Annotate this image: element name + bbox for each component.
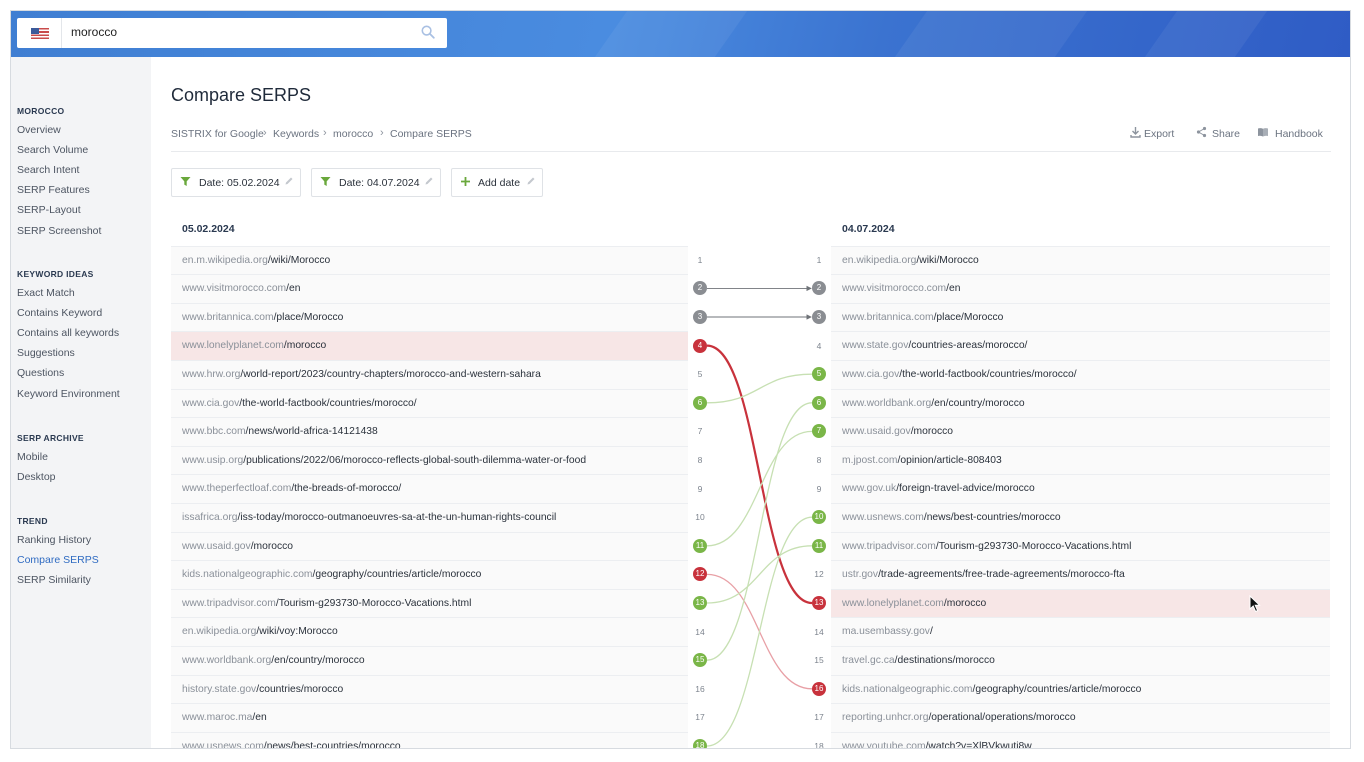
rank-number: 8 <box>816 455 822 465</box>
sidebar-item-ranking-history[interactable]: Ranking History <box>17 534 91 546</box>
rank-number: 7 <box>697 426 703 437</box>
rank-number: 18 <box>814 741 824 749</box>
main-content: Compare SERPS SISTRIX for Google › Keywo… <box>151 57 1350 748</box>
rank-change-badge: 18 <box>693 739 707 748</box>
sidebar-item-contains-all-keywords[interactable]: Contains all keywords <box>17 327 119 339</box>
sidebar-item-serp-similarity[interactable]: SERP Similarity <box>17 574 91 586</box>
search-box <box>17 18 447 48</box>
rank-number: 16 <box>695 683 705 694</box>
rank-number: 9 <box>816 483 822 494</box>
sidebar-heading: KEYWORD IDEAS <box>17 269 94 279</box>
sidebar-item-desktop[interactable]: Desktop <box>17 471 56 483</box>
sidebar-item-contains-keyword[interactable]: Contains Keyword <box>17 307 102 319</box>
rank-number: 15 <box>814 655 824 666</box>
rank-number: 10 <box>695 512 705 523</box>
sidebar-item-search-intent[interactable]: Search Intent <box>17 164 79 176</box>
sidebar-item-overview[interactable]: Overview <box>17 124 61 136</box>
sidebar-heading: SERP ARCHIVE <box>17 433 84 443</box>
rank-number: 1 <box>697 254 703 265</box>
rank-number: 5 <box>697 369 703 380</box>
rank-number: 17 <box>814 712 824 723</box>
rank-change-badge: 3 <box>693 310 707 324</box>
search-input[interactable] <box>71 25 411 39</box>
app-frame: MOROCCO Overview Search Volume Search Inten… <box>10 10 1351 749</box>
mouse-cursor-icon <box>1249 595 1261 613</box>
sidebar-item-serp-layout[interactable]: SERP-Layout <box>17 204 81 216</box>
sidebar-item-serp-features[interactable]: SERP Features <box>17 184 90 196</box>
country-flag-icon[interactable] <box>17 18 62 48</box>
rank-change-connectors <box>706 285 813 747</box>
sidebar-item-mobile[interactable]: Mobile <box>17 451 48 463</box>
rank-change-line <box>706 516 813 747</box>
rank-change-badge: 11 <box>693 538 707 553</box>
search-icon[interactable] <box>421 25 435 39</box>
sidebar: MOROCCO Overview Search Volume Search Inten… <box>11 57 151 748</box>
rank-change-badge: 11 <box>812 538 826 553</box>
rank-change-badge: 6 <box>693 395 707 410</box>
sidebar-item-serp-screenshot[interactable]: SERP Screenshot <box>17 225 101 237</box>
rank-change-badge: 3 <box>812 310 826 324</box>
sidebar-item-questions[interactable]: Questions <box>17 367 64 379</box>
rank-number: 14 <box>695 626 705 637</box>
rank-number: 8 <box>697 455 703 465</box>
rank-number: 17 <box>695 712 705 723</box>
sidebar-item-compare-serps[interactable]: Compare SERPS <box>17 554 99 566</box>
rank-change-badge: 13 <box>812 596 826 610</box>
sidebar-heading: MOROCCO <box>17 106 65 116</box>
rank-change-badge: 16 <box>812 681 826 696</box>
rank-number: 12 <box>814 569 824 580</box>
sidebar-item-search-volume[interactable]: Search Volume <box>17 144 88 156</box>
rank-change-line <box>706 344 813 605</box>
rank-change-line <box>706 402 813 661</box>
sidebar-item-keyword-environment[interactable]: Keyword Environment <box>17 388 120 400</box>
sidebar-heading: TREND <box>17 516 48 526</box>
sidebar-item-exact-match[interactable]: Exact Match <box>17 287 75 299</box>
rank-change-badge: 4 <box>693 338 707 353</box>
rank-change-badge: 6 <box>812 395 826 410</box>
rank-change-line <box>706 373 813 404</box>
sidebar-item-suggestions[interactable]: Suggestions <box>17 347 75 359</box>
rank-number: 14 <box>814 626 824 637</box>
rank-number: 4 <box>816 340 822 351</box>
rank-number: 1 <box>816 254 822 265</box>
rank-change-badge: 13 <box>693 596 707 610</box>
top-bar <box>11 11 1350 57</box>
rank-number: 9 <box>697 483 703 494</box>
